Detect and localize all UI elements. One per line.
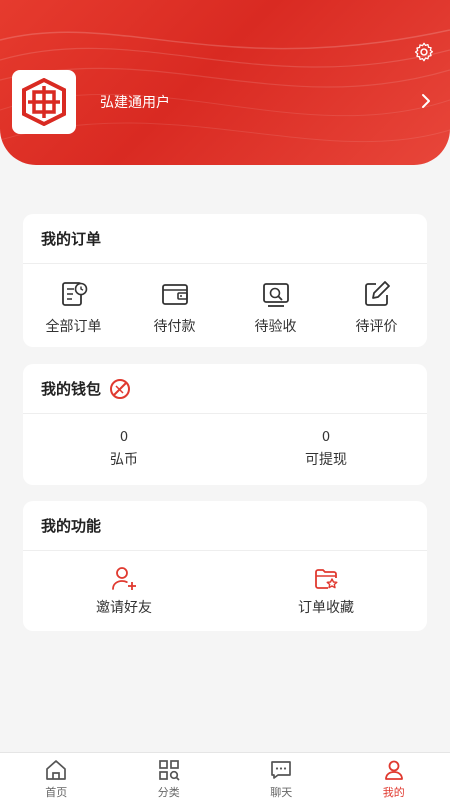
wallet-coins[interactable]: 0 弘币 xyxy=(23,414,225,484)
wallet-title: 我的钱包 xyxy=(41,380,102,398)
wallet-coins-label: 弘币 xyxy=(110,452,138,468)
functions-title: 我的功能 xyxy=(23,501,427,551)
order-review-label: 待评价 xyxy=(355,319,398,335)
order-list-icon xyxy=(61,282,87,306)
tab-mine-label: 我的 xyxy=(382,786,405,799)
chevron-right-icon xyxy=(422,94,430,108)
profile-header: 弘建通用户 xyxy=(0,0,450,165)
add-user-icon xyxy=(112,567,136,590)
wallet-withdrawable-value: 0 xyxy=(321,430,331,445)
order-all-label: 全部订单 xyxy=(45,319,102,335)
order-favorites-label: 订单收藏 xyxy=(298,600,354,616)
order-favorites-button[interactable]: 订单收藏 xyxy=(225,551,427,630)
invite-friends-button[interactable]: 邀请好友 xyxy=(23,551,225,630)
wallet-icon xyxy=(161,284,188,305)
tab-mine[interactable]: 我的 xyxy=(338,753,450,800)
order-review-button[interactable]: 待评价 xyxy=(326,264,427,346)
settings-button[interactable] xyxy=(412,40,436,64)
username[interactable]: 弘建通用户 xyxy=(100,92,170,112)
tab-chat[interactable]: 聊天 xyxy=(225,753,338,800)
tab-chat-label: 聊天 xyxy=(270,786,293,799)
home-icon xyxy=(46,760,67,780)
wallet-withdrawable-label: 可提现 xyxy=(305,452,347,468)
gear-icon xyxy=(414,42,434,62)
brand-logo-icon xyxy=(22,78,66,126)
invite-friends-label: 邀请好友 xyxy=(96,600,152,616)
tab-home[interactable]: 首页 xyxy=(0,753,113,800)
tab-category-label: 分类 xyxy=(157,786,180,799)
orders-title: 我的订单 xyxy=(23,214,427,264)
coin-badge-icon xyxy=(109,378,131,400)
order-inspect-button[interactable]: 待验收 xyxy=(225,264,326,346)
tab-category[interactable]: 分类 xyxy=(113,753,226,800)
order-unpaid-label: 待付款 xyxy=(153,319,196,335)
profile-arrow-button[interactable] xyxy=(416,89,436,113)
inspect-icon xyxy=(262,283,289,307)
category-icon xyxy=(158,760,180,781)
orders-card: 我的订单 全部订单 待付款 待验收 待评价 xyxy=(23,214,427,347)
user-icon xyxy=(384,760,403,780)
order-unpaid-button[interactable]: 待付款 xyxy=(124,264,225,346)
edit-icon xyxy=(364,281,390,306)
order-inspect-label: 待验收 xyxy=(254,319,297,335)
wallet-card: 我的钱包 0 弘币 0 可提现 xyxy=(23,364,427,485)
favorite-order-icon xyxy=(315,569,338,589)
functions-card: 我的功能 邀请好友 订单收藏 xyxy=(23,501,427,631)
tab-home-label: 首页 xyxy=(45,786,68,799)
order-all-button[interactable]: 全部订单 xyxy=(23,264,124,346)
bottom-tab-bar: 首页 分类 聊天 我的 xyxy=(0,752,450,800)
avatar[interactable] xyxy=(12,70,76,134)
wallet-header: 我的钱包 xyxy=(23,364,427,414)
wallet-coins-value: 0 xyxy=(119,430,129,445)
wallet-withdrawable[interactable]: 0 可提现 xyxy=(225,414,427,484)
chat-icon xyxy=(271,761,292,779)
